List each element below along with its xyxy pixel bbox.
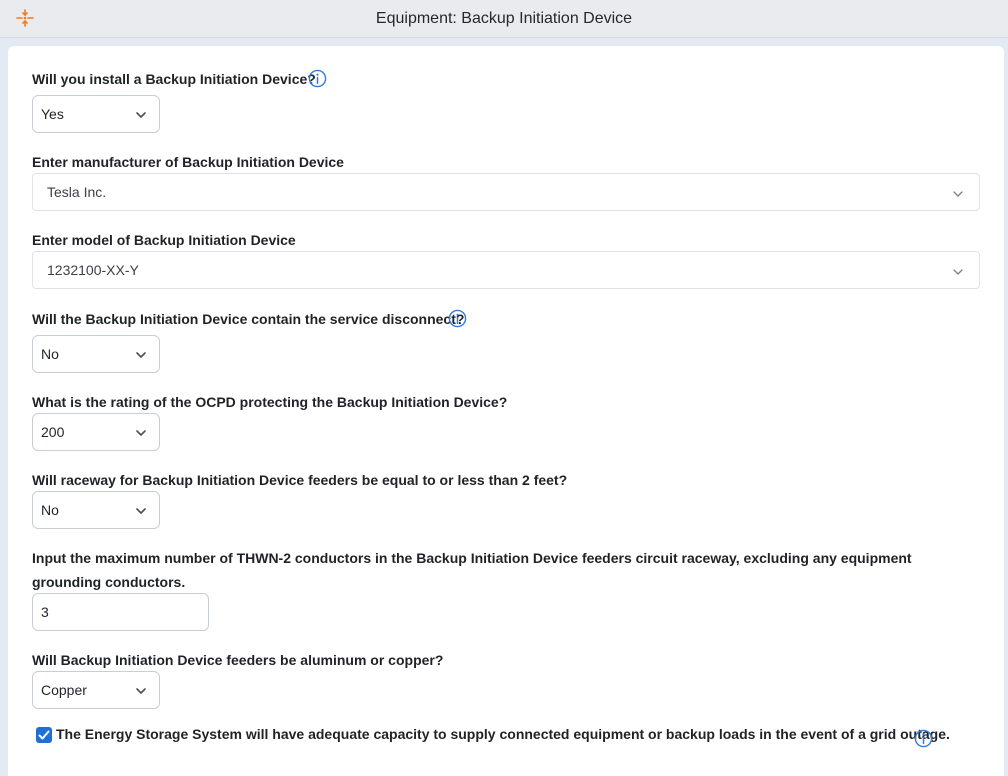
checkmark-icon <box>38 730 50 740</box>
raceway-length-value: No <box>41 502 59 518</box>
ocpd-rating-value: 200 <box>41 424 65 440</box>
manufacturer-value: Tesla Inc. <box>47 184 107 200</box>
feeder-material-label: Will Backup Initiation Device feeders be… <box>32 652 444 668</box>
feeder-material-select[interactable]: Copper <box>32 671 160 709</box>
title-bar: Equipment: Backup Initiation Device <box>0 0 1008 38</box>
info-icon[interactable] <box>914 729 933 748</box>
chevron-down-icon <box>136 430 146 436</box>
chevron-down-icon <box>953 269 963 275</box>
manufacturer-combobox[interactable]: Tesla Inc. <box>32 173 980 211</box>
model-value: 1232100-XX-Y <box>47 262 139 278</box>
model-combobox[interactable]: 1232100-XX-Y <box>32 251 980 289</box>
raceway-length-label: Will raceway for Backup Initiation Devic… <box>32 472 568 488</box>
service-disconnect-value: No <box>41 346 59 362</box>
service-disconnect-select[interactable]: No <box>32 335 160 373</box>
raceway-length-select[interactable]: No <box>32 491 160 529</box>
install-bid-label: Will you install a Backup Initiation Dev… <box>32 71 316 87</box>
capacity-confirm-checkbox[interactable] <box>36 727 52 743</box>
window-title: Equipment: Backup Initiation Device <box>375 10 633 27</box>
install-bid-select[interactable]: Yes <box>32 95 160 133</box>
manufacturer-label: Enter manufacturer of Backup Initiation … <box>32 154 344 170</box>
feeder-material-value: Copper <box>41 682 87 698</box>
info-icon[interactable] <box>308 69 327 88</box>
conductor-count-label: Input the maximum number of THWN-2 condu… <box>32 550 912 590</box>
ocpd-rating-label: What is the rating of the OCPD protectin… <box>32 394 508 410</box>
model-label: Enter model of Backup Initiation Device <box>32 232 296 248</box>
install-bid-value: Yes <box>41 106 64 122</box>
ocpd-rating-select[interactable]: 200 <box>32 413 160 451</box>
chevron-down-icon <box>136 508 146 514</box>
service-disconnect-label: Will the Backup Initiation Device contai… <box>32 311 465 327</box>
chevron-down-icon <box>136 352 146 358</box>
form-panel: Will you install a Backup Initiation Dev… <box>8 46 1004 776</box>
chevron-down-icon <box>136 112 146 118</box>
capacity-confirm-label: The Energy Storage System will have adeq… <box>56 726 950 742</box>
conductor-count-input[interactable] <box>32 593 209 631</box>
chevron-down-icon <box>953 191 963 197</box>
info-icon[interactable] <box>448 309 467 328</box>
chevron-down-icon <box>136 688 146 694</box>
